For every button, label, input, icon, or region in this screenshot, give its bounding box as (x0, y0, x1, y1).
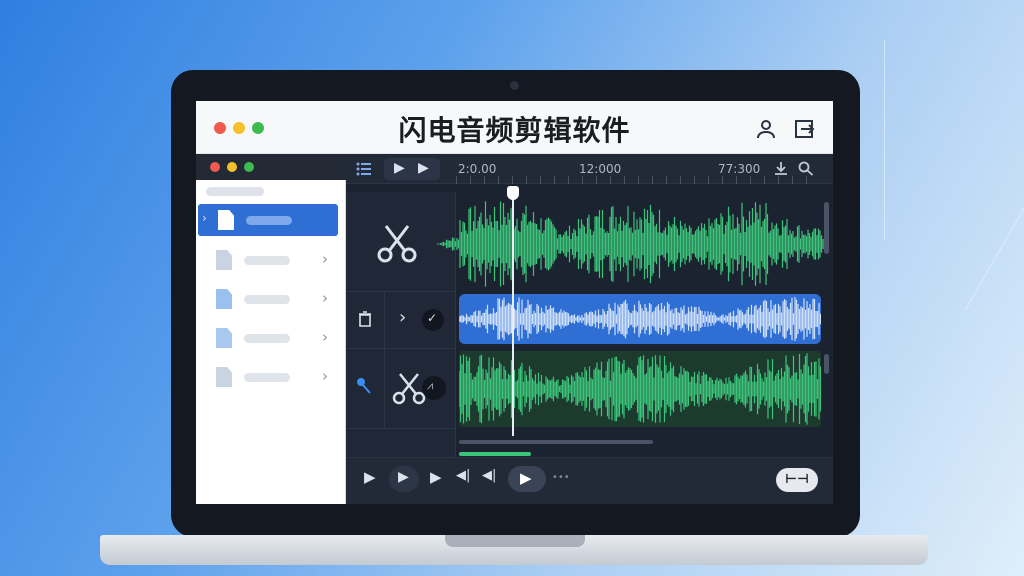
file-icon (216, 289, 232, 309)
webcam (510, 81, 519, 90)
mic-icon[interactable] (356, 377, 372, 395)
track-3-header: ⩘ (346, 349, 456, 429)
playhead[interactable] (512, 194, 514, 436)
file-name-placeholder (244, 256, 290, 265)
export-icon[interactable] (793, 117, 817, 141)
sidebar-item-file-5[interactable]: › (196, 361, 346, 393)
track-2-header: › ✓ (346, 292, 456, 349)
trash-icon[interactable] (358, 311, 372, 327)
skip-back-icon[interactable]: ◀| (456, 468, 470, 483)
rewind-icon[interactable]: ◀| (482, 468, 496, 483)
more-icon[interactable]: ••• (552, 472, 570, 483)
check-button[interactable]: ✓ (422, 309, 444, 331)
play-button[interactable]: ▶ (389, 466, 419, 492)
sidebar-item-file-2[interactable]: › (196, 244, 346, 276)
timeline-tick: 12:000 (579, 162, 622, 176)
chevron-right-icon[interactable]: › (399, 307, 406, 328)
timeline-tick: 2:0.00 (458, 162, 497, 176)
timeline-toolbar: ▶ ▶ 2:0.00 12:000 77:300 (346, 154, 833, 184)
sidebar-item-file-4[interactable]: › (196, 322, 346, 354)
background-decoration (884, 40, 944, 240)
chevron-right-icon: › (202, 211, 207, 225)
track-1-scrollbar[interactable] (824, 202, 829, 254)
laptop-notch (445, 535, 585, 547)
toolbar-play-group: ▶ ▶ (384, 158, 440, 180)
main-play-button[interactable]: ▶ (508, 466, 546, 492)
sidebar-item-file-1[interactable]: › (198, 204, 338, 236)
file-name-placeholder (244, 334, 290, 343)
track-empty-header (346, 429, 456, 457)
download-icon[interactable] (774, 161, 788, 176)
file-name-placeholder (246, 216, 292, 225)
play-icon[interactable]: ▶ (430, 468, 442, 486)
transport-bar: ▶ ▶ ▶ ◀| ◀| ▶ ••• ⊢⊣ (346, 457, 833, 504)
file-icon (216, 250, 232, 270)
playhead-handle[interactable] (507, 186, 519, 200)
play-next-icon[interactable]: ▶ (418, 160, 429, 176)
chevron-right-icon: › (322, 250, 328, 268)
track-1-waveform[interactable] (436, 199, 826, 289)
audio-editor: ▶ ▶ 2:0.00 12:000 77:300 › ✓ ⩘ ▶ ▶ ▶ ◀| … (346, 154, 833, 504)
sidebar-close-dot[interactable] (210, 162, 220, 172)
play-icon: ▶ (520, 469, 532, 487)
file-icon (218, 210, 234, 230)
sidebar-item-file-3[interactable]: › (196, 283, 346, 315)
sidebar-header (196, 154, 346, 180)
chevron-right-icon: › (322, 367, 328, 385)
sidebar-minimize-dot[interactable] (227, 162, 237, 172)
list-icon[interactable] (356, 162, 372, 176)
file-icon (216, 367, 232, 387)
waveform-path (436, 201, 826, 287)
timeline-ruler (456, 176, 816, 184)
chart-button[interactable]: ⩘ (422, 376, 446, 400)
app-window: 闪电音频剪辑软件 › › › › › ▶ ▶ 2:0.00 12:000 77:… (196, 101, 833, 504)
track-header-divider (384, 349, 385, 429)
app-title: 闪电音频剪辑软件 (398, 114, 631, 147)
chevron-right-icon: › (322, 328, 328, 346)
check-icon: ✓ (427, 311, 438, 325)
play-icon: ▶ (398, 469, 409, 485)
playback-progress (459, 452, 531, 456)
sidebar-maximize-dot[interactable] (244, 162, 254, 172)
laptop-base (100, 535, 928, 565)
file-name-placeholder (244, 295, 290, 304)
file-sidebar: › › › › › (196, 154, 346, 504)
sidebar-section-label (206, 187, 264, 196)
chevron-right-icon: › (322, 289, 328, 307)
scissors-icon[interactable] (376, 222, 418, 264)
file-icon (216, 328, 232, 348)
track-header-divider (384, 292, 385, 349)
chart-icon: ⩘ (427, 379, 434, 392)
timeline-tick: 77:300 (718, 162, 761, 176)
play-icon[interactable]: ▶ (364, 468, 376, 486)
search-icon[interactable] (798, 161, 814, 176)
title-bar: 闪电音频剪辑软件 (196, 101, 833, 154)
play-icon[interactable]: ▶ (394, 160, 405, 176)
track-3-scrollbar[interactable] (824, 354, 829, 374)
scissors-icon[interactable] (392, 371, 426, 405)
horizontal-scrollbar[interactable] (459, 440, 653, 444)
fit-view-button[interactable]: ⊢⊣ (776, 468, 818, 492)
user-icon[interactable] (754, 117, 778, 141)
file-name-placeholder (244, 373, 290, 382)
